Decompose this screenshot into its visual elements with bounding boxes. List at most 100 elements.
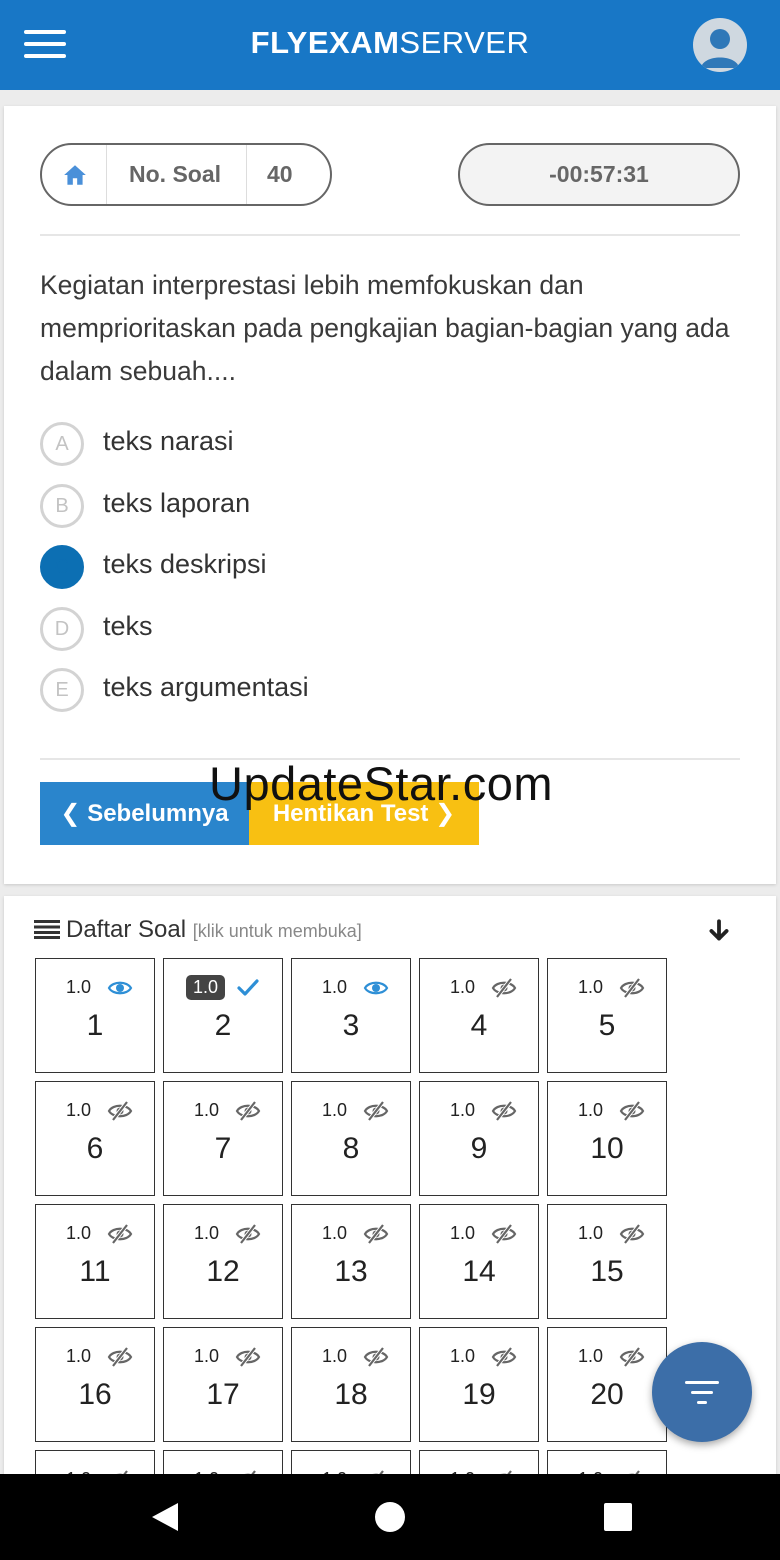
question-cell-number: 4	[470, 1009, 488, 1042]
question-score: 1.0	[322, 1223, 348, 1243]
question-cell-2[interactable]: 1.0 2	[163, 958, 283, 1073]
question-cell-16[interactable]: 1.0 16	[35, 1327, 155, 1442]
question-score: 1.0	[66, 977, 92, 997]
filter-button[interactable]	[652, 1342, 752, 1442]
question-list-header: Daftar Soal [klik untuk membuka]	[34, 916, 362, 944]
arrow-down-icon[interactable]	[706, 918, 732, 944]
option-label: teks argumentasi	[103, 672, 309, 702]
filter-icon	[685, 1381, 719, 1384]
back-icon[interactable]	[150, 1501, 180, 1533]
recents-icon[interactable]	[604, 1503, 632, 1531]
question-cell-11[interactable]: 1.0 11	[35, 1204, 155, 1319]
eye-slash-icon	[107, 1223, 133, 1245]
eye-slash-icon	[619, 1223, 645, 1245]
previous-button[interactable]: ❮ Sebelumnya	[40, 782, 249, 845]
eye-icon	[363, 981, 389, 995]
question-cell-1[interactable]: 1.0 1	[35, 958, 155, 1073]
eye-icon	[107, 981, 133, 995]
eye-slash-icon	[491, 1100, 517, 1122]
checkmark-icon	[237, 979, 259, 996]
question-score: 1.0	[450, 1100, 476, 1120]
question-cell-number: 18	[334, 1378, 368, 1411]
question-cell-number: 8	[342, 1132, 360, 1165]
question-list-hint: [klik untuk membuka]	[192, 921, 362, 941]
question-score: 1.0	[450, 1223, 476, 1243]
option-radio[interactable]: B	[40, 484, 84, 528]
countdown-timer: -00:57:31	[458, 143, 740, 206]
question-cell-8[interactable]: 1.0 8	[291, 1081, 411, 1196]
question-cell-number: 12	[206, 1255, 240, 1288]
question-cell-number: 7	[214, 1132, 232, 1165]
app-bar: FLYEXAMSERVER	[0, 0, 780, 90]
question-score: 1.0	[194, 1100, 220, 1120]
home-nav-icon[interactable]	[375, 1502, 405, 1532]
question-score: 1.0	[194, 1223, 220, 1243]
question-cell-number: 16	[78, 1378, 112, 1411]
stop-test-button[interactable]: Hentikan Test ❯	[249, 782, 479, 845]
divider	[40, 758, 740, 760]
eye-slash-icon	[363, 1223, 389, 1245]
question-cell-number: 5	[598, 1009, 616, 1042]
question-cell-19[interactable]: 1.0 19	[419, 1327, 539, 1442]
question-cell-13[interactable]: 1.0 13	[291, 1204, 411, 1319]
eye-slash-icon	[107, 1346, 133, 1368]
eye-slash-icon	[363, 1346, 389, 1368]
option-b[interactable]: B teks laporan	[40, 484, 640, 530]
question-cell-number: 14	[462, 1255, 496, 1288]
question-cell-number: 15	[590, 1255, 624, 1288]
list-icon	[34, 920, 60, 939]
question-cell-number: 3	[342, 1009, 360, 1042]
question-cell-number: 11	[79, 1255, 111, 1288]
question-cell-number: 9	[470, 1132, 488, 1165]
eye-slash-icon	[491, 977, 517, 999]
eye-slash-icon	[619, 1346, 645, 1368]
option-c[interactable]: C teks deskripsi	[40, 545, 640, 591]
option-radio[interactable]: E	[40, 668, 84, 712]
question-list-title: Daftar Soal	[66, 916, 187, 943]
question-cell-4[interactable]: 1.0 4	[419, 958, 539, 1073]
question-cell-20[interactable]: 1.0 20	[547, 1327, 667, 1442]
avatar[interactable]	[693, 18, 747, 72]
question-cell-6[interactable]: 1.0 6	[35, 1081, 155, 1196]
user-avatar-icon	[701, 29, 739, 68]
question-cell-number: 20	[590, 1378, 624, 1411]
question-cell-14[interactable]: 1.0 14	[419, 1204, 539, 1319]
question-cell-7[interactable]: 1.0 7	[163, 1081, 283, 1196]
option-d[interactable]: D teks	[40, 607, 640, 653]
question-cell-10[interactable]: 1.0 10	[547, 1081, 667, 1196]
eye-slash-icon	[235, 1100, 261, 1122]
question-score: 1.0	[322, 1346, 348, 1366]
question-score: 1.0	[66, 1100, 92, 1120]
eye-slash-icon	[363, 1100, 389, 1122]
option-radio-selected[interactable]: C	[40, 545, 84, 589]
question-cell-5[interactable]: 1.0 5	[547, 958, 667, 1073]
question-cell-number: 1	[86, 1009, 104, 1042]
question-score: 1.0	[66, 1346, 92, 1366]
question-cell-17[interactable]: 1.0 17	[163, 1327, 283, 1442]
chevron-right-icon: ❯	[428, 800, 456, 827]
question-score: 1.0	[450, 1346, 476, 1366]
question-cell-12[interactable]: 1.0 12	[163, 1204, 283, 1319]
question-cell-number: 13	[334, 1255, 368, 1288]
question-score: 1.0	[322, 1100, 348, 1120]
question-cell-9[interactable]: 1.0 9	[419, 1081, 539, 1196]
eye-slash-icon	[491, 1346, 517, 1368]
option-radio[interactable]: D	[40, 607, 84, 651]
question-cell-15[interactable]: 1.0 15	[547, 1204, 667, 1319]
question-cell-3[interactable]: 1.0 3	[291, 958, 411, 1073]
question-score: 1.0	[322, 977, 348, 997]
question-score: 1.0	[578, 1100, 604, 1120]
question-number: 40	[267, 161, 293, 187]
question-cell-18[interactable]: 1.0 18	[291, 1327, 411, 1442]
option-e[interactable]: E teks argumentasi	[40, 668, 640, 714]
question-score: 1.0	[186, 975, 226, 1000]
question-score: 1.0	[578, 1346, 604, 1366]
question-score: 1.0	[578, 1223, 604, 1243]
option-radio[interactable]: A	[40, 422, 84, 466]
question-score: 1.0	[66, 1223, 92, 1243]
option-a[interactable]: A teks narasi	[40, 422, 640, 468]
system-nav-bar	[0, 1474, 780, 1560]
question-card: No. Soal 40 -00:57:31 Kegiatan interpres…	[4, 106, 776, 884]
eye-slash-icon	[107, 1100, 133, 1122]
home-icon[interactable]	[62, 162, 88, 188]
